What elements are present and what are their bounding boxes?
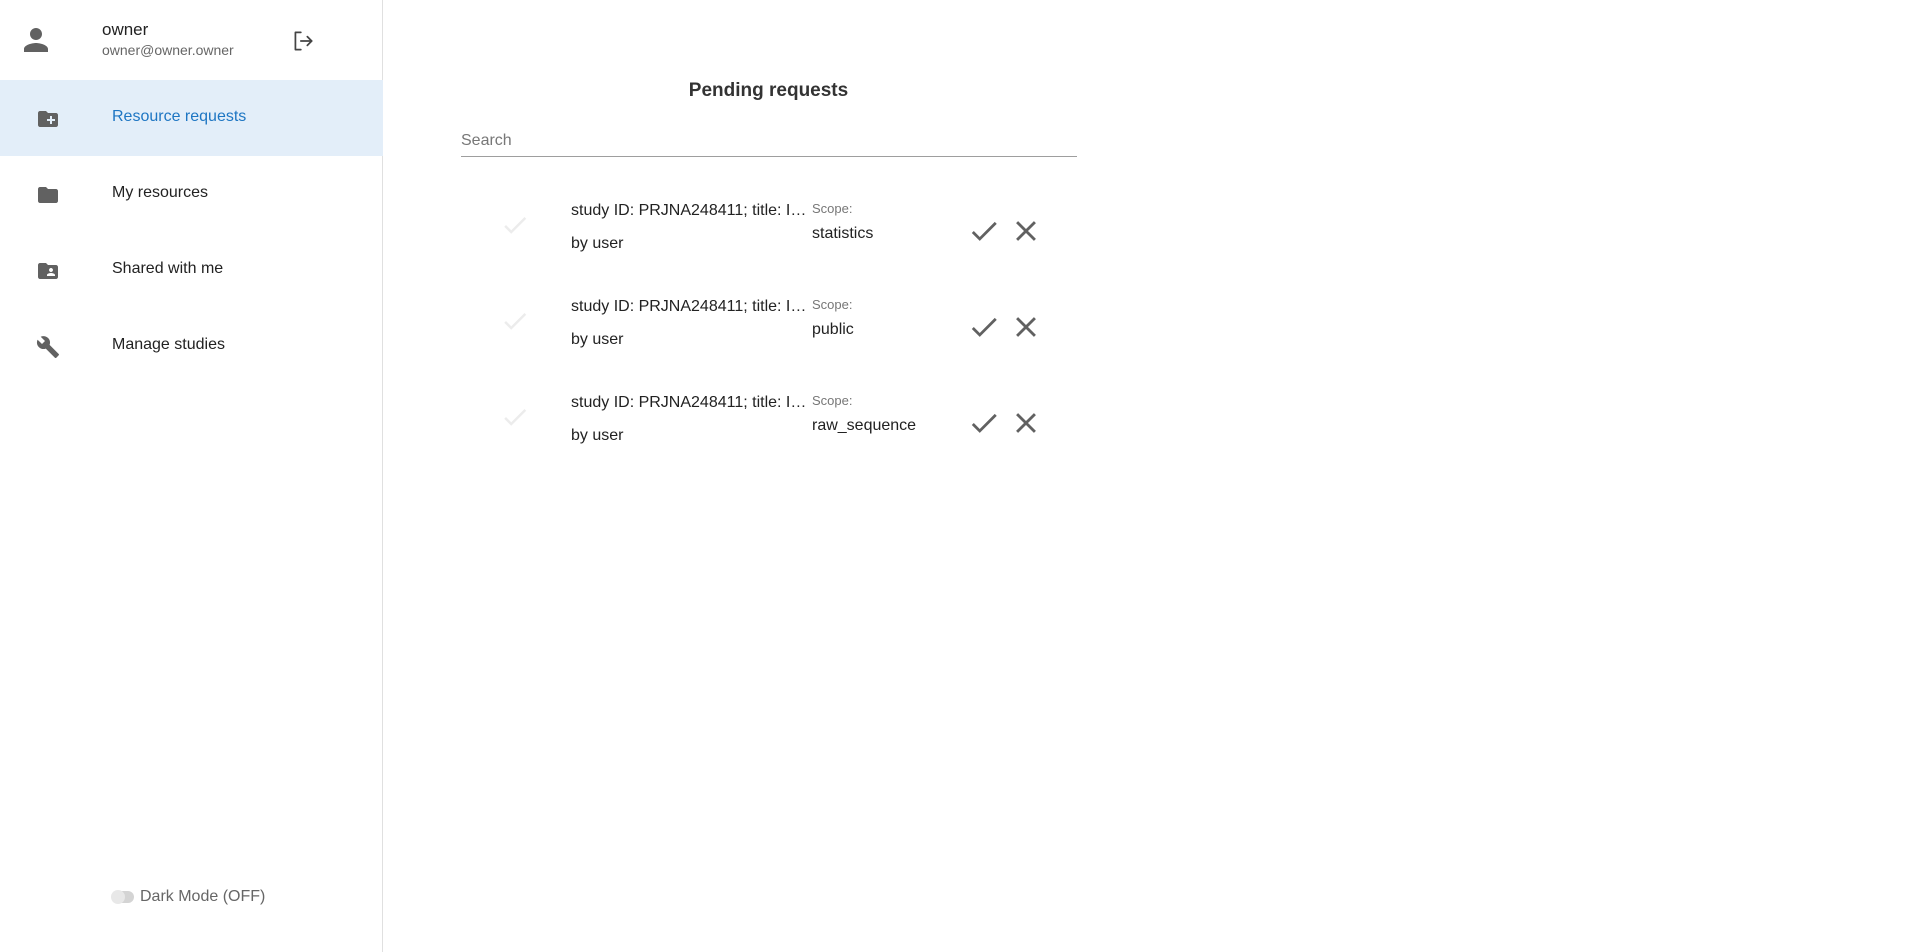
sidebar-item-label: My resources	[112, 184, 209, 201]
reject-close-icon[interactable]	[1009, 406, 1043, 440]
user-avatar-icon	[18, 22, 54, 58]
sidebar: owner owner@owner.owner Resource request…	[0, 0, 383, 952]
page-title: Pending requests	[688, 80, 849, 101]
scope-label: Scope:	[812, 297, 853, 312]
sidebar-item-resource-requests[interactable]: Resource requests	[0, 80, 383, 156]
user-name: owner	[102, 20, 149, 39]
check-icon	[500, 402, 530, 432]
sidebar-item-manage-studies[interactable]: Manage studies	[0, 308, 383, 384]
folder-plus-icon	[36, 107, 60, 131]
list-item: study ID: PRJNA248411; title: I… by user…	[384, 280, 1153, 376]
check-icon	[500, 306, 530, 336]
accept-check-icon[interactable]	[967, 406, 1001, 440]
reject-close-icon[interactable]	[1009, 214, 1043, 248]
user-email: owner@owner.owner	[102, 42, 234, 58]
sidebar-nav: Resource requests My resources Shared wi…	[0, 80, 383, 384]
sidebar-item-label: Shared with me	[112, 260, 224, 277]
list-item: study ID: PRJNA248411; title: I… by user…	[384, 376, 1153, 472]
folder-shared-icon	[36, 259, 60, 283]
scope-value: raw_sequence	[812, 417, 917, 434]
main-content: Pending requests study ID: PRJNA248411; …	[384, 0, 1920, 952]
reject-close-icon[interactable]	[1009, 310, 1043, 344]
user-block: owner owner@owner.owner	[0, 0, 383, 80]
toggle-thumb	[111, 890, 125, 904]
scope-label: Scope:	[812, 393, 853, 408]
logout-icon[interactable]	[290, 28, 316, 54]
request-title: study ID: PRJNA248411; title: I…	[571, 202, 807, 219]
search-input[interactable]	[461, 128, 1077, 154]
request-title: study ID: PRJNA248411; title: I…	[571, 394, 807, 411]
list-item: study ID: PRJNA248411; title: I… by user…	[384, 184, 1153, 280]
request-requester: by user	[571, 331, 624, 348]
dark-mode-toggle[interactable]: Dark Mode (OFF)	[111, 888, 266, 906]
dark-mode-label: Dark Mode (OFF)	[140, 888, 266, 905]
folder-icon	[36, 183, 60, 207]
wrench-icon	[36, 335, 60, 359]
sidebar-item-label: Manage studies	[112, 336, 225, 353]
request-title: study ID: PRJNA248411; title: I…	[571, 298, 807, 315]
accept-check-icon[interactable]	[967, 310, 1001, 344]
scope-value: public	[812, 321, 854, 338]
request-requester: by user	[571, 427, 624, 444]
request-requester: by user	[571, 235, 624, 252]
sidebar-item-my-resources[interactable]: My resources	[0, 156, 383, 232]
check-icon	[500, 210, 530, 240]
sidebar-item-shared-with-me[interactable]: Shared with me	[0, 232, 383, 308]
scope-label: Scope:	[812, 201, 853, 216]
accept-check-icon[interactable]	[967, 214, 1001, 248]
sidebar-item-label: Resource requests	[112, 108, 247, 125]
search-field[interactable]	[461, 128, 1077, 157]
toggle-switch[interactable]	[111, 890, 134, 904]
scope-value: statistics	[812, 225, 874, 242]
